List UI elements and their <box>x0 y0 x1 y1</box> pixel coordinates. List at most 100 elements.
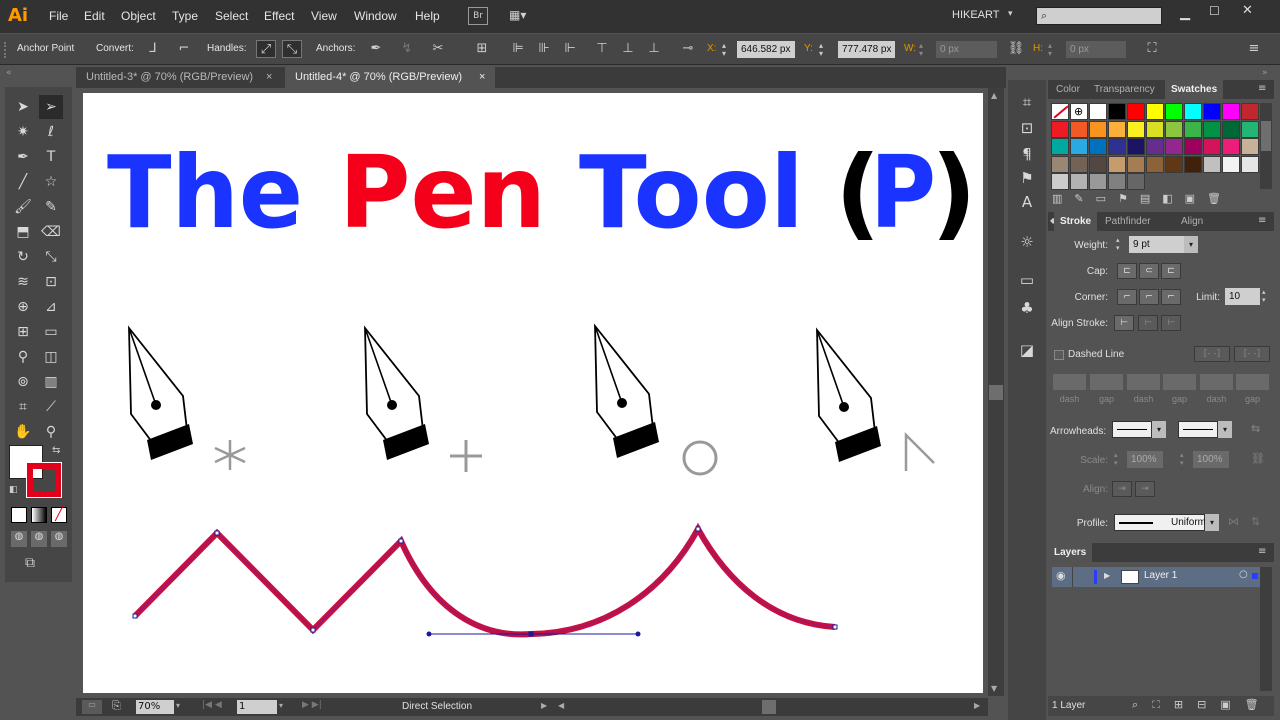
transform-panel-icon[interactable]: ⊡ <box>1014 116 1040 140</box>
color-swatch[interactable] <box>1108 173 1126 190</box>
arrow-tip-place-icon[interactable]: ⇥ <box>1135 481 1155 497</box>
color-swatch[interactable] <box>1070 155 1088 173</box>
color-swatch[interactable] <box>1108 138 1126 155</box>
h-field[interactable]: 0 px <box>1066 41 1126 58</box>
control-bar-menu-icon[interactable]: ≡ <box>1244 40 1264 58</box>
align-center-stroke-icon[interactable]: ⊢ <box>1114 315 1134 331</box>
color-swatch[interactable] <box>1203 138 1221 155</box>
opentype-panel-icon[interactable]: ⚑ <box>1014 166 1040 190</box>
menu-effect[interactable]: Effect <box>264 9 294 23</box>
scroll-left-icon[interactable]: ◀ <box>558 701 564 710</box>
color-swatch[interactable] <box>1146 138 1164 155</box>
color-swatch[interactable] <box>1165 120 1183 138</box>
stroke-panel-menu-icon[interactable]: ≡ <box>1258 215 1266 226</box>
pen-tool-icon[interactable]: ✒ <box>11 145 35 169</box>
layer-row[interactable]: ◉ ▶ Layer 1 ○ <box>1052 567 1260 587</box>
none-swatch[interactable] <box>1051 103 1069 120</box>
gap-field-1[interactable] <box>1090 374 1123 390</box>
scale-end-stepper-icon[interactable]: ▴ ▾ <box>1180 451 1184 467</box>
menu-type[interactable]: Type <box>172 9 198 23</box>
swap-fill-stroke-icon[interactable]: ⇆ <box>52 445 60 456</box>
menu-view[interactable]: View <box>311 9 337 23</box>
target-icon[interactable]: ○ <box>1239 569 1248 580</box>
workspace-chevron-icon[interactable]: ▾ <box>1008 9 1013 19</box>
eyedropper-tool-icon[interactable]: ⚲ <box>11 345 35 369</box>
gap-field-2[interactable] <box>1163 374 1196 390</box>
type-tool-icon[interactable]: T <box>39 145 63 169</box>
horizontal-scroll-thumb[interactable] <box>762 700 776 714</box>
color-swatch[interactable] <box>1089 120 1107 138</box>
pencil-tool-icon[interactable]: ✎ <box>39 195 63 219</box>
dashed-line-checkbox[interactable] <box>1054 350 1064 360</box>
color-swatch[interactable] <box>1146 120 1164 138</box>
swatches-scrollbar[interactable] <box>1260 103 1272 189</box>
x-field[interactable]: 646.582 px <box>737 41 795 58</box>
menu-select[interactable]: Select <box>215 9 248 23</box>
show-handles-icon[interactable]: ⤢ <box>256 40 276 58</box>
h-stepper-icon[interactable]: ▴ ▾ <box>1048 42 1062 58</box>
draw-normal-icon[interactable]: ◍ <box>11 531 27 547</box>
open-document-icon[interactable]: ⎘ <box>112 699 121 713</box>
magic-wand-tool-icon[interactable]: ✷ <box>11 120 35 144</box>
miter-join-icon[interactable]: ⌐ <box>1117 289 1137 305</box>
projecting-cap-icon[interactable]: ⊏ <box>1161 263 1181 279</box>
appearance-panel-icon[interactable]: ☼ <box>1014 230 1040 254</box>
x-stepper-icon[interactable]: ▴ ▾ <box>722 42 736 58</box>
scale-start-stepper-icon[interactable]: ▴ ▾ <box>1114 451 1118 467</box>
eraser-tool-icon[interactable]: ⌫ <box>39 220 63 244</box>
collapse-panels-icon[interactable]: » <box>1262 68 1268 78</box>
color-swatch[interactable] <box>1146 155 1164 173</box>
none-mode-icon[interactable]: ╱ <box>51 507 67 523</box>
anchor-point-selected[interactable] <box>528 631 534 637</box>
convert-corner-icon[interactable]: ⅃ <box>143 40 163 58</box>
connect-anchors-icon[interactable]: ↯ <box>397 40 417 58</box>
align-left-icon[interactable]: ⊫ <box>508 40 528 58</box>
arrowhead-start-dropdown-icon[interactable]: ▾ <box>1152 421 1166 438</box>
round-cap-icon[interactable]: ⊂ <box>1139 263 1159 279</box>
tab-untitled-4[interactable]: Untitled-4* @ 70% (RGB/Preview) × <box>285 67 495 88</box>
visibility-eye-icon[interactable]: ◉ <box>1056 569 1066 582</box>
swap-arrowheads-icon[interactable]: ⇆ <box>1251 422 1260 435</box>
swatches-scroll-thumb[interactable] <box>1261 121 1271 151</box>
y-field[interactable]: 777.478 px <box>838 41 895 58</box>
reference-point-icon[interactable]: ⊸ <box>678 40 698 58</box>
tab-transparency[interactable]: Transparency <box>1088 80 1161 99</box>
current-tool-status[interactable]: Direct Selection <box>402 701 472 712</box>
layer-name[interactable]: Layer 1 <box>1144 570 1177 581</box>
column-graph-tool-icon[interactable]: ▥ <box>39 370 63 394</box>
slice-tool-icon[interactable]: ⟋ <box>39 395 63 419</box>
convert-smooth-icon[interactable]: ⌐ <box>174 40 194 58</box>
gradient-panel-icon[interactable]: ▭ <box>1014 268 1040 292</box>
arrowhead-end-dropdown-icon[interactable]: ▾ <box>1218 421 1232 438</box>
color-mode-icon[interactable] <box>11 507 27 523</box>
character-panel-icon[interactable]: A <box>1014 190 1040 214</box>
arrowhead-end-select[interactable] <box>1178 421 1218 438</box>
scroll-down-icon[interactable]: ▼ <box>991 684 997 693</box>
color-swatch[interactable] <box>1051 155 1069 173</box>
arrange-documents-icon[interactable]: ▦▾ <box>509 8 537 24</box>
gradient-mode-icon[interactable] <box>31 507 47 523</box>
scroll-right-icon[interactable]: ▶ <box>974 701 980 710</box>
color-swatch[interactable] <box>1165 155 1183 173</box>
collapse-toolbox-icon[interactable]: « <box>6 68 12 78</box>
gradient-tool-icon[interactable]: ▭ <box>39 320 63 344</box>
mesh-tool-icon[interactable]: ⊞ <box>11 320 35 344</box>
bevel-join-icon[interactable]: ⌐ <box>1161 289 1181 305</box>
constrain-proportions-icon[interactable]: ⛓ <box>1006 40 1026 58</box>
align-bottom-icon[interactable]: ⊥ <box>644 40 664 58</box>
y-stepper-icon[interactable]: ▴ ▾ <box>819 42 833 58</box>
color-swatch[interactable] <box>1127 103 1145 120</box>
anchor-point[interactable] <box>214 530 220 536</box>
limit-field[interactable]: 10 <box>1225 288 1260 305</box>
color-swatch[interactable] <box>1127 138 1145 155</box>
tab-swatches[interactable]: Swatches <box>1165 80 1224 99</box>
minimize-icon[interactable]: ▁ <box>1180 6 1190 21</box>
zoom-dropdown-icon[interactable]: ▾ <box>176 701 180 710</box>
registration-swatch[interactable]: ⊕ <box>1070 103 1088 120</box>
color-swatch[interactable] <box>1222 138 1240 155</box>
anchor-point[interactable] <box>398 538 404 544</box>
color-swatch[interactable] <box>1203 103 1221 120</box>
color-swatch[interactable] <box>1070 120 1088 138</box>
color-swatch[interactable] <box>1070 138 1088 155</box>
color-swatch[interactable] <box>1089 155 1107 173</box>
